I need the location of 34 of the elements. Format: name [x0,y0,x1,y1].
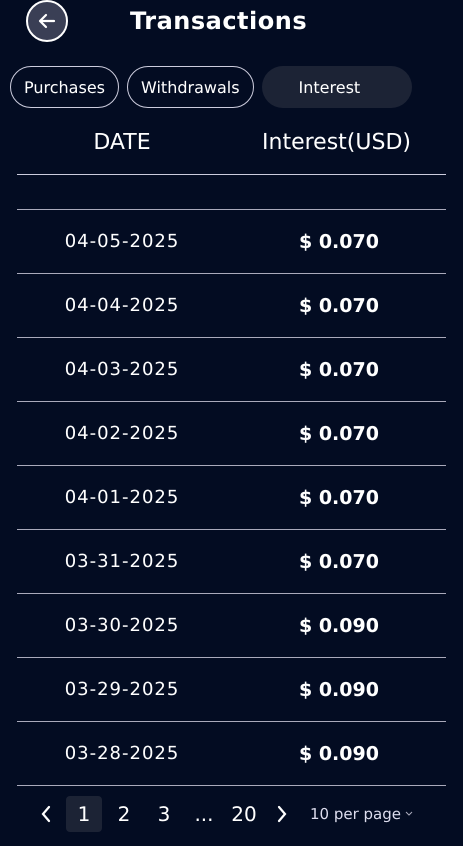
column-header: Interest(USD) [261,130,412,154]
table-cell-text: 04-05-2025 [64,231,180,252]
page-button[interactable]: 1 [66,796,102,832]
table-cell-text: 03-30-2025 [64,615,180,636]
page-button[interactable]: ... [186,796,222,832]
table-cell-text: $ 0.070 [298,486,379,508]
table-cell-text: $ 0.090 [298,614,379,636]
column-header: DATE [92,130,152,154]
chevron-down-icon [405,811,414,817]
table-cell-text: $ 0.090 [298,678,379,700]
table-cell-text: 03-29-2025 [64,679,180,700]
page-button[interactable]: 2 [106,796,142,832]
table-cell-text: $ 0.070 [298,422,379,444]
chevron-right-icon [276,805,288,823]
tab[interactable]: Purchases [10,66,119,108]
table-cell-text: 04-01-2025 [64,487,180,508]
table-cell-text: 04-02-2025 [64,423,180,444]
table-cell-text: 03-28-2025 [64,743,180,764]
page-button[interactable]: 3 [146,796,182,832]
chevron-left-icon [40,805,52,823]
table-cell-text: $ 0.090 [298,742,379,764]
table-cell-text: $ 0.070 [298,358,379,380]
per-page-dropdown[interactable]: 10 per page [310,805,414,823]
table-cell-text: $ 0.070 [298,230,379,252]
tab[interactable]: Interest [262,66,412,108]
table-cell-text: 04-03-2025 [64,359,180,380]
tab[interactable]: Withdrawals [127,66,254,108]
page-title: Transactions [130,7,308,35]
table-cell-text: $ 0.070 [298,550,379,572]
table-cell-text: 04-04-2025 [64,295,180,316]
page-button[interactable]: 20 [226,796,262,832]
table-cell-text: $ 0.070 [298,294,379,316]
back-button[interactable] [26,0,68,42]
table-cell-text: 03-31-2025 [64,551,180,572]
